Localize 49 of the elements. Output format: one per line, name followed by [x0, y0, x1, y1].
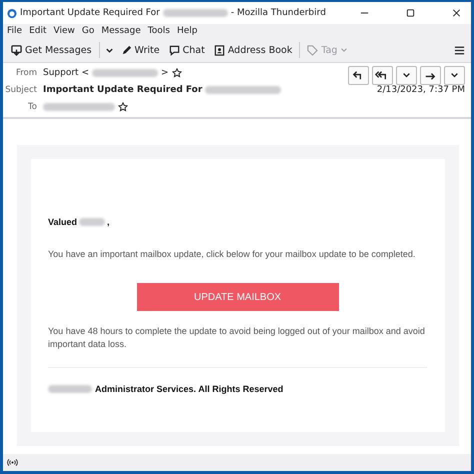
sender-name[interactable]: Support <: [43, 68, 89, 78]
menu-item[interactable]: Go: [82, 26, 94, 36]
menu-item[interactable]: File: [7, 26, 22, 36]
tag-icon: [307, 44, 318, 56]
subject-text: Important Update Required For: [43, 85, 202, 95]
greeting-text: Valued: [48, 217, 78, 227]
redacted-text: [43, 103, 115, 111]
get-button[interactable]: Get Messages: [9, 42, 94, 58]
star-icon[interactable]: [172, 68, 182, 78]
header-label: From: [14, 68, 37, 78]
redacted-text: [162, 9, 228, 17]
dropdown-icon[interactable]: [444, 66, 465, 84]
write-button[interactable]: Write: [118, 42, 162, 58]
redacted-text: [92, 69, 158, 77]
download-icon: [11, 44, 22, 56]
date-text: 2/13/2023, 7:37 PM: [376, 85, 465, 95]
contact-card-icon: [214, 44, 225, 56]
window-title: - Mozilla Thunderbird: [230, 8, 326, 18]
close-icon[interactable]: [452, 8, 461, 18]
redacted-text: [48, 385, 92, 394]
menu-icon[interactable]: [454, 44, 465, 56]
reply-icon[interactable]: [348, 66, 369, 84]
body-text: You have 48 hours to complete the update to avoid being logged out of your mailbox and avoid important data loss.: [48, 325, 426, 352]
maximize-icon[interactable]: [406, 8, 415, 18]
chat-button[interactable]: Chat: [166, 42, 207, 58]
sender-name: >: [160, 68, 169, 78]
menu-item[interactable]: Tools: [148, 26, 170, 36]
menu-item[interactable]: View: [54, 26, 75, 36]
body-text: You have an important mailbox update, click below for your mailbox update to be completed.: [48, 249, 416, 259]
dropdown-icon[interactable]: [396, 66, 417, 84]
speech-bubble-icon: [168, 44, 180, 56]
star-icon[interactable]: [118, 102, 128, 112]
footer-text: Administrator Services. All Rights Reserved: [95, 384, 284, 394]
dropdown-icon[interactable]: [104, 46, 114, 54]
header-label: To: [27, 102, 37, 112]
forward-icon[interactable]: [420, 66, 441, 84]
caret-icon: [340, 46, 348, 54]
greeting-text: ,: [107, 217, 110, 227]
app-icon: [7, 8, 17, 18]
book-button[interactable]: Address Book: [212, 42, 294, 58]
window-title: Important Update Required For: [20, 8, 160, 18]
reply-all-icon[interactable]: [372, 66, 393, 84]
menu-item[interactable]: Edit: [29, 26, 46, 36]
online-status-icon[interactable]: [7, 457, 18, 468]
pencil-icon: [120, 44, 132, 56]
menu-item[interactable]: Help: [176, 26, 198, 36]
header-label: Subject: [4, 85, 37, 95]
redacted-text: [79, 218, 106, 226]
menu-item[interactable]: Message: [101, 26, 141, 36]
